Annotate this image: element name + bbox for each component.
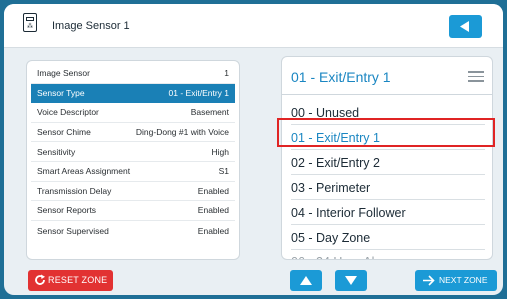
scroll-down-button[interactable] — [335, 270, 367, 291]
property-value: 1 — [224, 68, 229, 79]
hamburger-menu-icon[interactable] — [468, 71, 484, 85]
property-row-image-sensor[interactable]: Image Sensor 1 — [31, 64, 235, 84]
property-row-sensor-type[interactable]: Sensor Type 01 - Exit/Entry 1 — [31, 83, 235, 104]
option-02-exit-entry-2[interactable]: 02 - Exit/Entry 2 — [291, 151, 485, 175]
property-row-sensor-chime[interactable]: Sensor Chime Ding-Dong #1 with Voice — [31, 123, 235, 143]
option-03-perimeter[interactable]: 03 - Perimeter — [291, 176, 485, 200]
right-arrow-icon — [423, 275, 435, 286]
scroll-up-button[interactable] — [290, 270, 322, 291]
property-value: Enabled — [197, 205, 229, 216]
hamburger-line — [468, 75, 484, 77]
property-row-sensor-supervised[interactable]: Sensor Supervised Enabled — [31, 221, 235, 241]
property-label: Sensor Reports — [37, 205, 97, 216]
property-value: Enabled — [197, 185, 229, 196]
property-label: Smart Areas Assignment — [37, 166, 131, 177]
property-label: Image Sensor — [37, 68, 90, 79]
app-frame: ⁂ Image Sensor 1 Image Sensor 1 Sensor T… — [4, 4, 503, 295]
option-04-interior-follower[interactable]: 04 - Interior Follower — [291, 201, 485, 225]
property-value: S1 — [218, 166, 229, 177]
property-label: Transmission Delay — [37, 185, 112, 196]
refresh-icon — [35, 274, 45, 285]
next-zone-button[interactable]: NEXT ZONE — [415, 270, 497, 291]
image-sensor-icon: ⁂ — [23, 13, 37, 32]
reset-zone-button[interactable]: RESET ZONE — [28, 270, 113, 291]
option-05-day-zone[interactable]: 05 - Day Zone — [291, 226, 485, 250]
reset-zone-label: RESET ZONE — [48, 275, 108, 285]
next-zone-label: NEXT ZONE — [439, 275, 488, 285]
sensor-dots-shape: ⁂ — [27, 23, 33, 30]
dropdown-selected-value: 01 - Exit/Entry 1 — [291, 69, 391, 85]
up-arrow-icon — [300, 276, 312, 285]
property-value: Enabled — [197, 225, 229, 236]
property-row-sensitivity[interactable]: Sensitivity High — [31, 142, 235, 162]
option-06-partial[interactable]: 06 - 24 Hour Alarm — [291, 250, 485, 259]
property-label: Sensor Type — [37, 87, 85, 98]
option-01-exit-entry-1[interactable]: 01 - Exit/Entry 1 — [291, 126, 485, 150]
down-arrow-icon — [345, 276, 357, 285]
property-value: Ding-Dong #1 with Voice — [135, 127, 229, 138]
header-bar: ⁂ Image Sensor 1 — [4, 4, 503, 48]
option-00-unused[interactable]: 00 - Unused — [291, 101, 485, 125]
back-button[interactable] — [449, 15, 482, 38]
property-row-smart-areas[interactable]: Smart Areas Assignment S1 — [31, 162, 235, 182]
property-row-voice-descriptor[interactable]: Voice Descriptor Basement — [31, 103, 235, 123]
property-label: Voice Descriptor — [37, 107, 99, 118]
sensor-properties-list: Image Sensor 1 Sensor Type 01 - Exit/Ent… — [26, 60, 240, 260]
property-label: Sensor Chime — [37, 127, 91, 138]
hamburger-line — [468, 80, 484, 82]
property-value: Basement — [190, 107, 229, 118]
property-label: Sensor Supervised — [37, 225, 109, 236]
property-row-transmission-delay[interactable]: Transmission Delay Enabled — [31, 182, 235, 202]
property-value: High — [211, 146, 229, 157]
back-arrow-icon — [460, 21, 469, 32]
property-value: 01 - Exit/Entry 1 — [168, 87, 229, 98]
property-row-sensor-reports[interactable]: Sensor Reports Enabled — [31, 201, 235, 221]
page-title: Image Sensor 1 — [52, 20, 130, 32]
sensor-lens-shape — [26, 17, 34, 21]
hamburger-line — [468, 71, 484, 73]
dropdown-header[interactable]: 01 - Exit/Entry 1 — [282, 57, 492, 95]
sensor-type-dropdown: 01 - Exit/Entry 1 00 - Unused 01 - Exit/… — [281, 56, 493, 260]
property-label: Sensitivity — [37, 146, 76, 157]
